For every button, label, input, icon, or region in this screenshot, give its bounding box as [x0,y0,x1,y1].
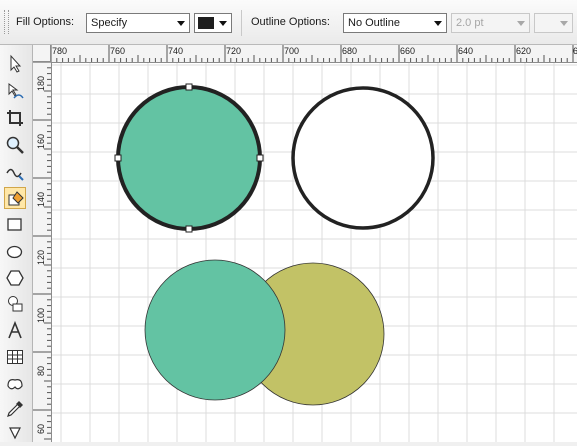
polygon-tool-icon [6,270,24,286]
fill-color-picker[interactable] [194,13,232,33]
zoom-tool-icon [6,136,24,154]
selection-handle[interactable] [185,83,193,91]
fill-options-value: Specify [91,17,128,29]
selection-handle[interactable] [114,154,122,162]
pick-tool-icon [10,54,22,73]
rectangle-tool-icon [7,218,22,231]
selection-handle[interactable] [256,154,264,162]
ruler-label: 140 [36,192,46,208]
table-tool[interactable] [4,346,26,368]
shape-tool[interactable] [4,80,26,102]
outline-color-picker[interactable] [534,13,573,33]
smart-fill-tool[interactable] [4,187,26,209]
interactive-effects-tool[interactable] [4,372,26,394]
rectangle-tool[interactable] [4,214,26,236]
chevron-down-icon [560,21,568,26]
ruler-label: 100 [36,308,46,324]
chevron-down-icon [219,21,227,26]
shape-tool-icon [8,83,24,99]
horizontal-ruler-ticks [51,45,574,62]
chevron-down-icon [434,21,442,26]
toolbar-separator [241,10,242,36]
text-tool-icon [8,320,22,339]
basic-shapes-tool[interactable] [4,293,26,315]
vertical-ruler[interactable]: 180 160 140 120 100 80 60 [33,62,52,442]
ruler-label: 660 [400,46,416,56]
outline-options-label: Outline Options: [251,16,330,28]
outline-options-dropdown[interactable]: No Outline [343,13,447,33]
ellipse-tool-icon [6,245,23,259]
outline-pen-tool-icon [9,427,21,440]
eyedropper-tool[interactable] [4,398,26,420]
teal-circle[interactable] [144,259,286,401]
ruler-label: 780 [52,46,68,56]
pick-tool[interactable] [4,53,26,75]
drawing-canvas[interactable] [52,63,577,442]
ruler-label: 740 [168,46,184,56]
ellipse-tool[interactable] [4,241,26,263]
ruler-label: 80 [36,366,46,377]
eyedropper-tool-icon [7,401,23,417]
smart-fill-tool-icon [8,191,24,206]
freehand-tool[interactable] [4,161,26,183]
chevron-down-icon [517,21,525,26]
ruler-label: 120 [36,250,46,266]
outline-options-value: No Outline [348,17,400,29]
crop-tool[interactable] [4,107,26,129]
selected-teal-circle[interactable] [116,85,262,231]
ruler-label: 160 [36,134,46,150]
ruler-label: 640 [458,46,474,56]
polygon-tool[interactable] [4,267,26,289]
outline-circle[interactable] [291,86,435,230]
canvas-svg [52,63,577,442]
fill-options-dropdown[interactable]: Specify [86,13,190,33]
outline-pen-tool[interactable] [4,424,26,446]
outline-width-value: 2.0 pt [456,17,484,29]
toolbar-grip[interactable] [4,10,9,34]
ruler-label: 180 [36,76,46,92]
table-tool-icon [7,350,23,364]
ruler-label: 680 [342,46,358,56]
fill-color-swatch [198,17,214,29]
freehand-tool-icon [6,168,24,181]
ruler-label: 720 [226,46,242,56]
crop-tool-icon [7,110,23,126]
ruler-label: 60 [36,424,46,435]
toolbox [0,45,33,442]
basic-shapes-tool-icon [8,296,23,312]
text-tool[interactable] [4,320,26,342]
property-bar: Fill Options: Specify Outline Options: N… [0,0,577,45]
ruler-label: 700 [284,46,300,56]
ruler-origin[interactable] [33,45,51,62]
outline-width-dropdown[interactable]: 2.0 pt [451,13,530,33]
ruler-label: 760 [110,46,126,56]
chevron-down-icon [177,21,185,26]
horizontal-ruler[interactable]: 780 760 740 720 700 680 660 640 620 600 [51,45,577,63]
ruler-label: 620 [516,46,532,56]
selection-handle[interactable] [185,225,193,233]
zoom-tool[interactable] [4,134,26,156]
ruler-label: 600 [573,46,577,56]
interactive-effects-tool-icon [7,379,23,390]
fill-options-label: Fill Options: [16,16,75,28]
